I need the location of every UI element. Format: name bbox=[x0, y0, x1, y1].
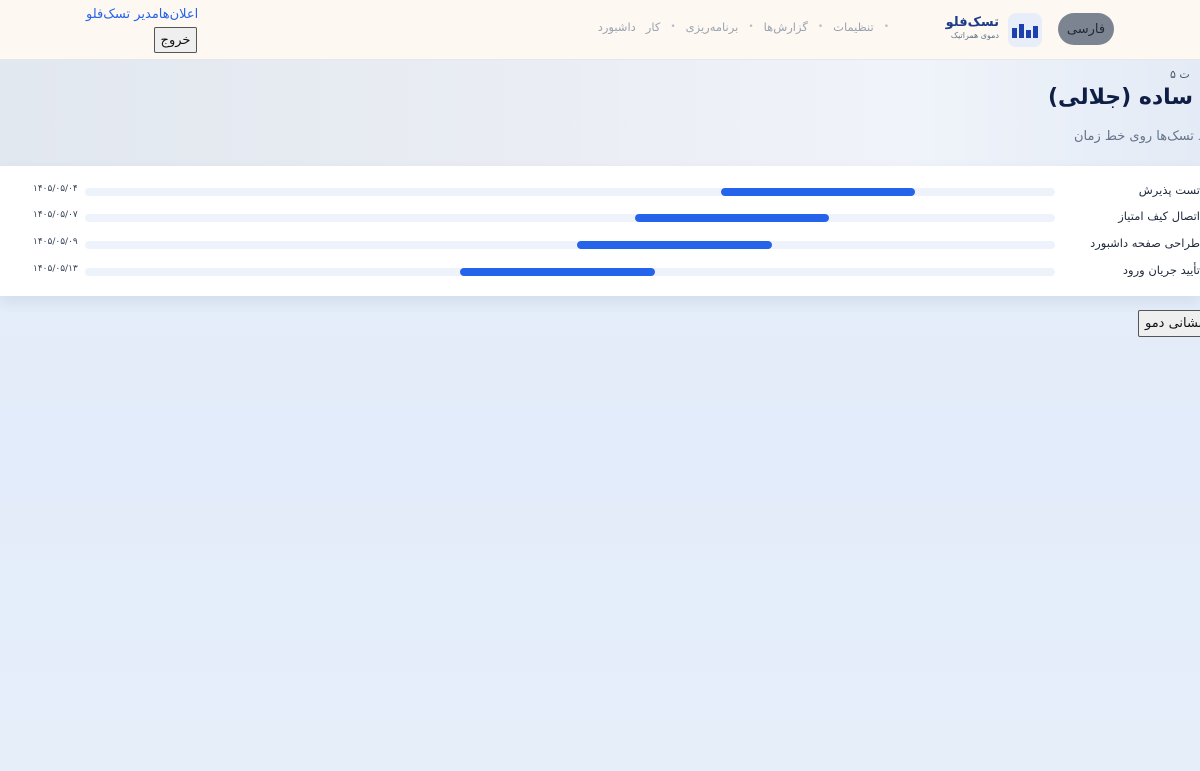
nav-item-dashboard[interactable]: داشبورد bbox=[598, 20, 636, 34]
dot-icon: • bbox=[817, 22, 824, 32]
timeline-row: ۱۴۰۵/۰۵/۰۹ طراحی صفحه داشبورد bbox=[0, 236, 1200, 252]
timeline-task-label: تست پذیرش bbox=[1138, 183, 1200, 197]
nav-item-reports[interactable]: • گزارش‌ها bbox=[764, 20, 824, 34]
timeline-date: ۱۴۰۵/۰۵/۰۴ bbox=[33, 184, 78, 194]
timeline-date: ۱۴۰۵/۰۵/۰۷ bbox=[33, 210, 78, 220]
page-subtitle: د تسک‌ها روی خط زمان bbox=[1074, 129, 1200, 144]
breadcrumb: ت ۵ bbox=[1170, 68, 1190, 81]
nav-item-settings[interactable]: • تنظیمات bbox=[833, 20, 889, 34]
timeline-row: ۱۴۰۵/۰۵/۰۷ اتصال کیف امتیاز bbox=[0, 209, 1200, 225]
nav-item-planning[interactable]: • برنامه‌ریزی bbox=[686, 20, 754, 34]
timeline-bar[interactable] bbox=[576, 241, 772, 249]
nav-item-work[interactable]: • کار bbox=[646, 20, 676, 34]
timeline-track bbox=[85, 214, 1055, 222]
dot-icon: • bbox=[883, 22, 889, 32]
brand-subtitle: دموی همراتیک bbox=[950, 31, 999, 40]
nav-label: گزارش‌ها bbox=[763, 20, 808, 34]
timeline-track bbox=[85, 241, 1055, 249]
reset-demo-button[interactable]: بازنشانی دمو bbox=[1138, 310, 1200, 337]
nav-label: برنامه‌ریزی bbox=[685, 20, 739, 34]
timeline-track bbox=[85, 188, 1055, 196]
timeline-card: ۱۴۰۵/۰۵/۰۴ تست پذیرش ۱۴۰۵/۰۵/۰۷ اتصال کی… bbox=[0, 166, 1200, 296]
nav-label: تنظیمات bbox=[833, 20, 874, 34]
timeline-track bbox=[85, 268, 1055, 276]
timeline-bar[interactable] bbox=[634, 214, 829, 222]
timeline-task-label: تأیید جریان ورود bbox=[1122, 263, 1200, 277]
page-hero: ت ۵ نت ساده (جلالی) د تسک‌ها روی خط زمان bbox=[0, 60, 1200, 166]
timeline-task-label: اتصال کیف امتیاز bbox=[1118, 209, 1200, 223]
timeline-row: ۱۴۰۵/۰۵/۱۳ تأیید جریان ورود bbox=[0, 263, 1200, 279]
nav-label: داشبورد bbox=[597, 20, 636, 34]
dot-icon: • bbox=[748, 22, 754, 32]
page-title: نت ساده (جلالی) bbox=[1048, 85, 1200, 110]
timeline-date: ۱۴۰۵/۰۵/۱۳ bbox=[33, 264, 78, 274]
dot-icon: • bbox=[670, 22, 676, 32]
logout-button[interactable]: خروج bbox=[154, 27, 197, 53]
timeline-bar[interactable] bbox=[721, 188, 916, 196]
language-button[interactable]: فارسی bbox=[1058, 13, 1114, 45]
app-header: فارسی تسک‌فلو دموی همراتیک داشبورد • کار… bbox=[0, 0, 1200, 60]
logo-icon[interactable] bbox=[1008, 13, 1042, 47]
timeline-date: ۱۴۰۵/۰۵/۰۹ bbox=[33, 237, 78, 247]
main-nav: داشبورد • کار • برنامه‌ریزی • گزارش‌ها •… bbox=[598, 20, 889, 34]
notifications-link[interactable]: اعلان‌هامدیر تسک‌فلو bbox=[86, 7, 198, 22]
timeline-bar[interactable] bbox=[460, 268, 656, 276]
timeline-task-label: طراحی صفحه داشبورد bbox=[1090, 236, 1200, 250]
nav-label: کار bbox=[645, 20, 661, 34]
timeline-row: ۱۴۰۵/۰۵/۰۴ تست پذیرش bbox=[0, 183, 1200, 199]
brand-name[interactable]: تسک‌فلو bbox=[946, 15, 999, 30]
